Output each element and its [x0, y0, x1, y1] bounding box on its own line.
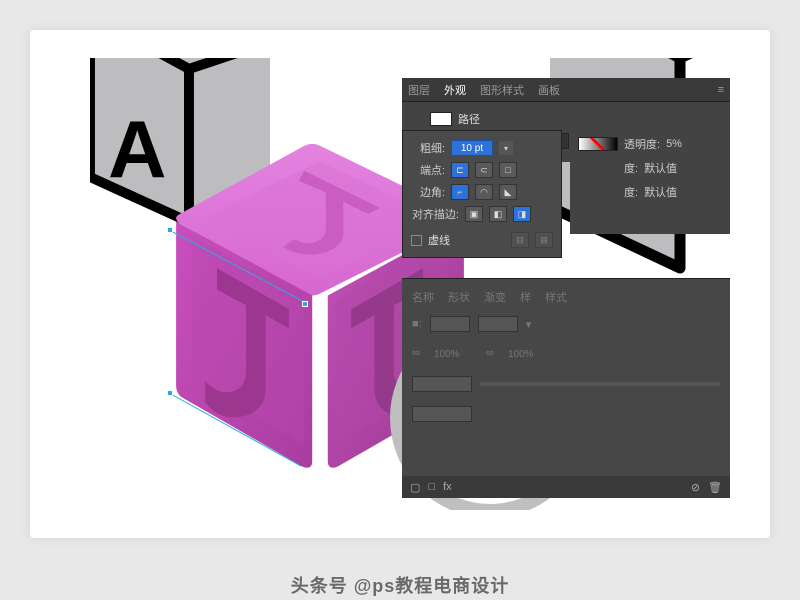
tab-graphic-styles[interactable]: 图形样式: [480, 82, 524, 98]
cap-square-button[interactable]: □: [499, 162, 517, 178]
anchor-point[interactable]: [167, 390, 173, 396]
panel-footer: ▢ □ fx ⊘ 🗑: [402, 476, 730, 498]
anchor-point[interactable]: [302, 301, 308, 307]
link-icon: ∞: [412, 347, 426, 361]
dash-align-button: ⊞: [535, 232, 553, 248]
disabled-slider: [480, 382, 720, 386]
cap-round-button[interactable]: ⊂: [475, 162, 493, 178]
corner-label: 边角:: [411, 184, 445, 200]
artboard[interactable]: A: [70, 58, 730, 510]
new-fill-icon[interactable]: □: [428, 481, 435, 493]
align-center-button[interactable]: ▣: [465, 206, 483, 222]
watermark-text: 头条号 @ps教程电商设计: [0, 572, 800, 598]
appearance-panel-right: 透明度: 5% 度: 默认值 度: 默认值: [570, 126, 730, 234]
stroke-options-popup: 粗细: ▾ 端点: ⊏ ⊂ □ 边角: ⌐ ◠ ◣ 对齐描边:: [402, 130, 562, 258]
sub-tab[interactable]: 名称: [412, 289, 434, 305]
panel-tab-bar: 图层 外观 图形样式 画板 ≡: [402, 78, 730, 102]
scale-x: 100%: [434, 349, 478, 360]
tab-artboards[interactable]: 画板: [538, 82, 560, 98]
disabled-field: [412, 376, 472, 392]
scale-y: 100%: [508, 349, 552, 360]
secondary-panel: 名称 形状 渐变 样 样式 ■: ▾ ∞ 100% ∞ 100%: [402, 278, 730, 498]
align-stroke-label: 对齐描边:: [411, 206, 459, 222]
blend-value-2[interactable]: 默认值: [644, 184, 677, 200]
corner-miter-button[interactable]: ⌐: [451, 184, 469, 200]
align-inside-button[interactable]: ◧: [489, 206, 507, 222]
thickness-label: 粗细:: [411, 140, 445, 156]
disabled-field: [478, 316, 518, 332]
delete-icon[interactable]: 🗑: [708, 481, 722, 494]
anchor-point[interactable]: [167, 227, 173, 233]
thickness-dropdown[interactable]: ▾: [499, 141, 513, 155]
clip-mask-icon[interactable]: ▢: [410, 481, 420, 494]
tutorial-frame: A: [30, 30, 770, 538]
align-outside-button[interactable]: ◨: [513, 206, 531, 222]
sub-tab[interactable]: 渐变: [484, 289, 506, 305]
tab-appearance[interactable]: 外观: [444, 82, 466, 98]
opacity-label: 透明度:: [624, 136, 660, 152]
fill-swatch[interactable]: [578, 137, 618, 151]
tab-layers[interactable]: 图层: [408, 82, 430, 98]
blend-value[interactable]: 默认值: [644, 160, 677, 176]
thickness-input[interactable]: [451, 140, 493, 156]
blend-label-2: 度:: [624, 184, 638, 200]
sub-tab[interactable]: 形状: [448, 289, 470, 305]
dash-preserve-button: ⊟: [511, 232, 529, 248]
disabled-field: [430, 316, 470, 332]
panel-menu-icon[interactable]: ≡: [718, 84, 724, 96]
corner-bevel-button[interactable]: ◣: [499, 184, 517, 200]
clear-icon[interactable]: ⊘: [691, 481, 700, 494]
sub-tab[interactable]: 样式: [545, 289, 567, 305]
letter-a: A: [108, 105, 167, 195]
object-type-label: 路径: [458, 111, 480, 127]
fx-button[interactable]: fx: [443, 481, 452, 493]
cap-butt-button[interactable]: ⊏: [451, 162, 469, 178]
sub-tab[interactable]: 样: [520, 289, 531, 305]
disabled-field: [412, 406, 472, 422]
blend-label: 度:: [624, 160, 638, 176]
secondary-tab-bar: 名称 形状 渐变 样 样式: [412, 287, 720, 307]
no-selection-swatch: [430, 112, 452, 126]
dashed-checkbox[interactable]: [411, 235, 422, 246]
link-icon: ∞: [486, 347, 500, 361]
opacity-value[interactable]: 5%: [666, 138, 682, 150]
corner-round-button[interactable]: ◠: [475, 184, 493, 200]
cap-label: 端点:: [411, 162, 445, 178]
panel-stack: 图层 外观 图形样式 画板 ≡ 路径 ▸ 描边: ▾: [402, 78, 730, 162]
dashed-label: 虚线: [428, 232, 450, 248]
